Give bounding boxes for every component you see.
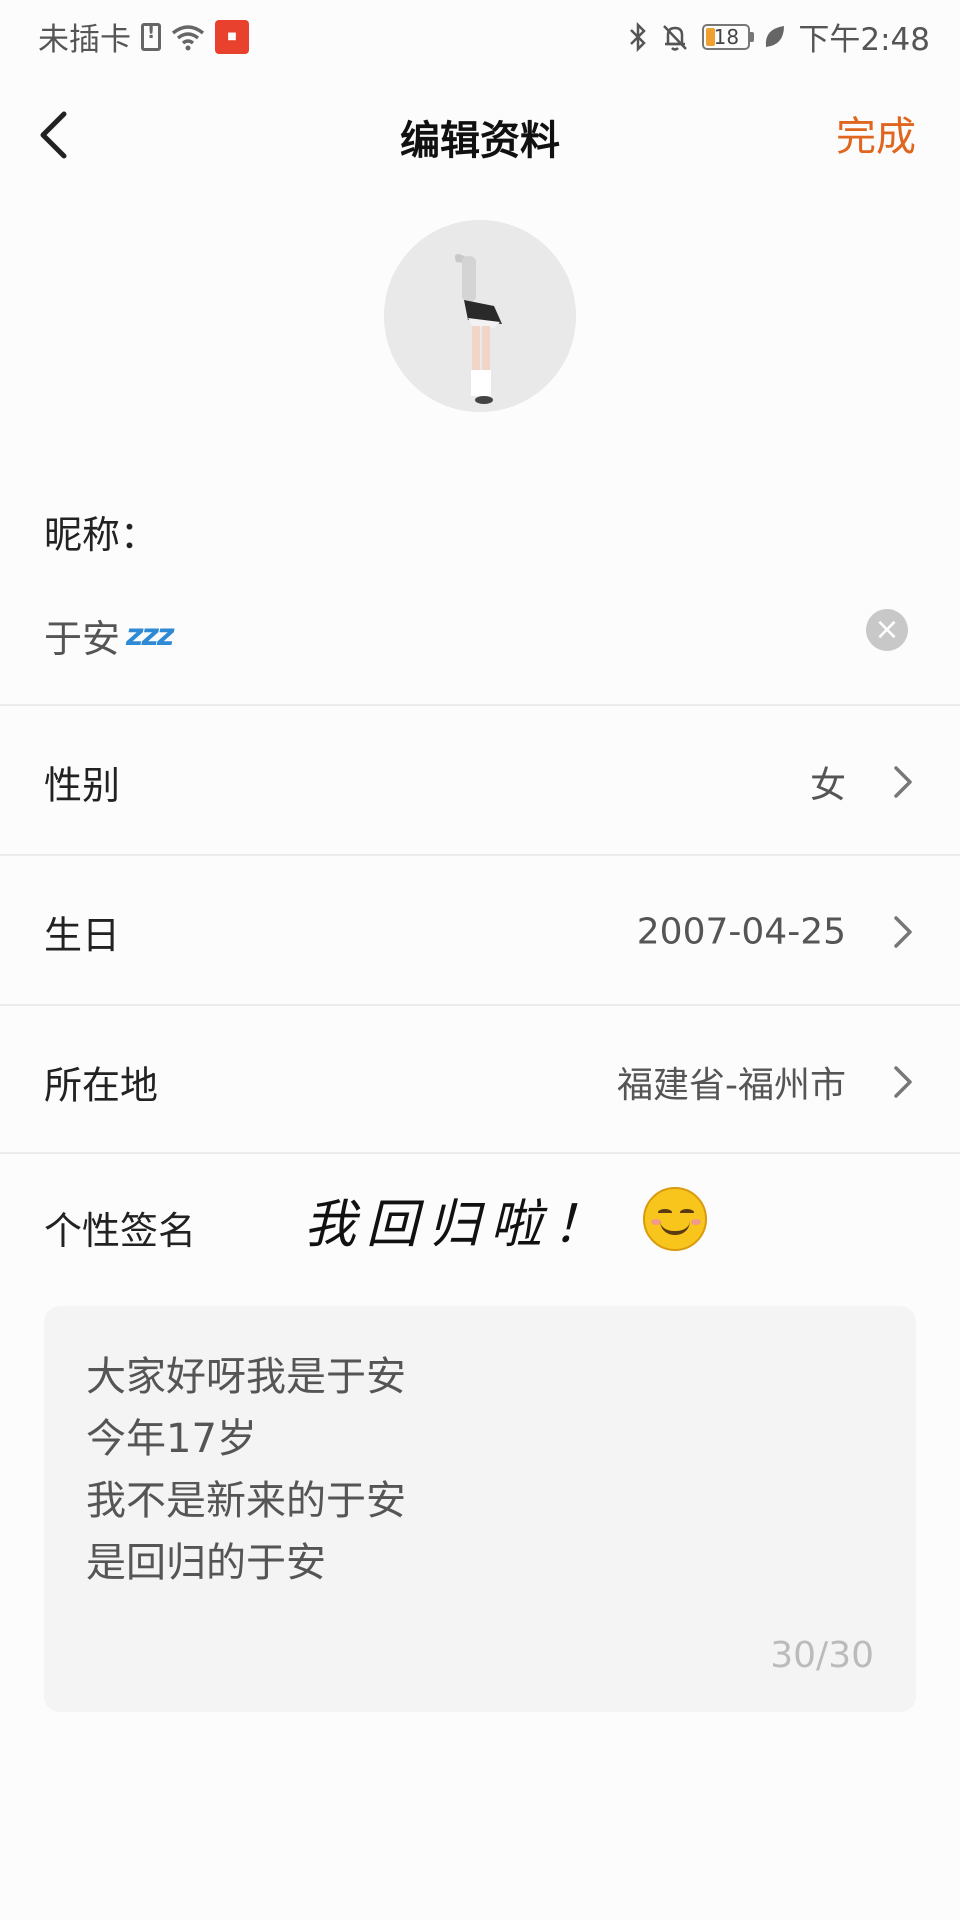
status-time: 下午2:48 [798, 22, 930, 58]
divider [0, 1004, 960, 1006]
handwritten-overlay-text: 我回归啦！ [304, 1195, 615, 1255]
chevron-right-icon [894, 1066, 912, 1098]
divider [0, 704, 960, 706]
signature-line: 是回归的于安 [86, 1540, 326, 1586]
gender-label: 性别 [44, 763, 121, 808]
app-badge-icon: ■ [215, 19, 249, 54]
leaf-icon [766, 25, 785, 47]
signature-line: 我不是新来的于安 [86, 1478, 406, 1524]
bell-off-icon [663, 24, 688, 51]
birthday-label: 生日 [44, 913, 121, 958]
location-label: 所在地 [44, 1063, 159, 1108]
location-row[interactable]: 所在地 福建省-福州市 [0, 1008, 960, 1156]
chevron-right-icon [894, 766, 912, 798]
emoji-mouth [660, 1221, 690, 1235]
carrier-text: 未插卡 [38, 22, 131, 58]
emoji-eye [680, 1209, 694, 1216]
divider [0, 1152, 960, 1154]
signature-line: 今年17岁 [86, 1416, 257, 1462]
bluetooth-icon [630, 21, 647, 52]
signature-label: 个性签名 [44, 1209, 197, 1253]
wifi-icon [171, 24, 205, 50]
battery-icon: 18 [702, 23, 755, 50]
avatar-figure-image [384, 220, 576, 412]
battery-level: 18 [713, 24, 740, 49]
signature-textarea[interactable]: 大家好呀我是于安 今年17岁 我不是新来的于安 是回归的于安 30/30 [44, 1306, 916, 1712]
signature-line: 大家好呀我是于安 [86, 1354, 406, 1400]
birthday-row[interactable]: 生日 2007-04-25 [0, 858, 960, 1006]
nickname-value: 于安 [44, 617, 121, 661]
gender-value: 女 [809, 765, 846, 806]
page-title: 编辑资料 [400, 118, 560, 164]
nickname-input[interactable]: 于安 zzz [44, 608, 174, 663]
location-value: 福建省-福州市 [617, 1065, 846, 1106]
smiling-face-emoji [643, 1187, 707, 1251]
signature-text: 大家好呀我是于安 今年17岁 我不是新来的于安 是回归的于安 [86, 1346, 406, 1594]
clear-nickname-button[interactable]: × [866, 609, 908, 651]
top-navigation-bar: 编辑资料 完成 [0, 90, 960, 180]
close-icon: × [874, 612, 900, 647]
divider [0, 854, 960, 856]
character-counter: 30/30 [770, 1635, 874, 1676]
gender-row[interactable]: 性别 女 [0, 708, 960, 856]
emoji-eye [658, 1209, 672, 1216]
status-right: 18 下午2:48 [628, 14, 930, 59]
status-bar: 未插卡 ■ 18 下午2:48 [0, 0, 960, 66]
birthday-value: 2007-04-25 [636, 911, 846, 953]
sim-alert-icon [141, 22, 161, 51]
chevron-right-icon [894, 916, 912, 948]
zzz-emoji: zzz [126, 618, 174, 653]
nickname-label: 昵称： [44, 513, 159, 557]
status-left: 未插卡 ■ [38, 14, 249, 59]
avatar[interactable] [384, 220, 576, 412]
emoji-cheek [691, 1219, 701, 1225]
done-button[interactable]: 完成 [836, 104, 916, 162]
